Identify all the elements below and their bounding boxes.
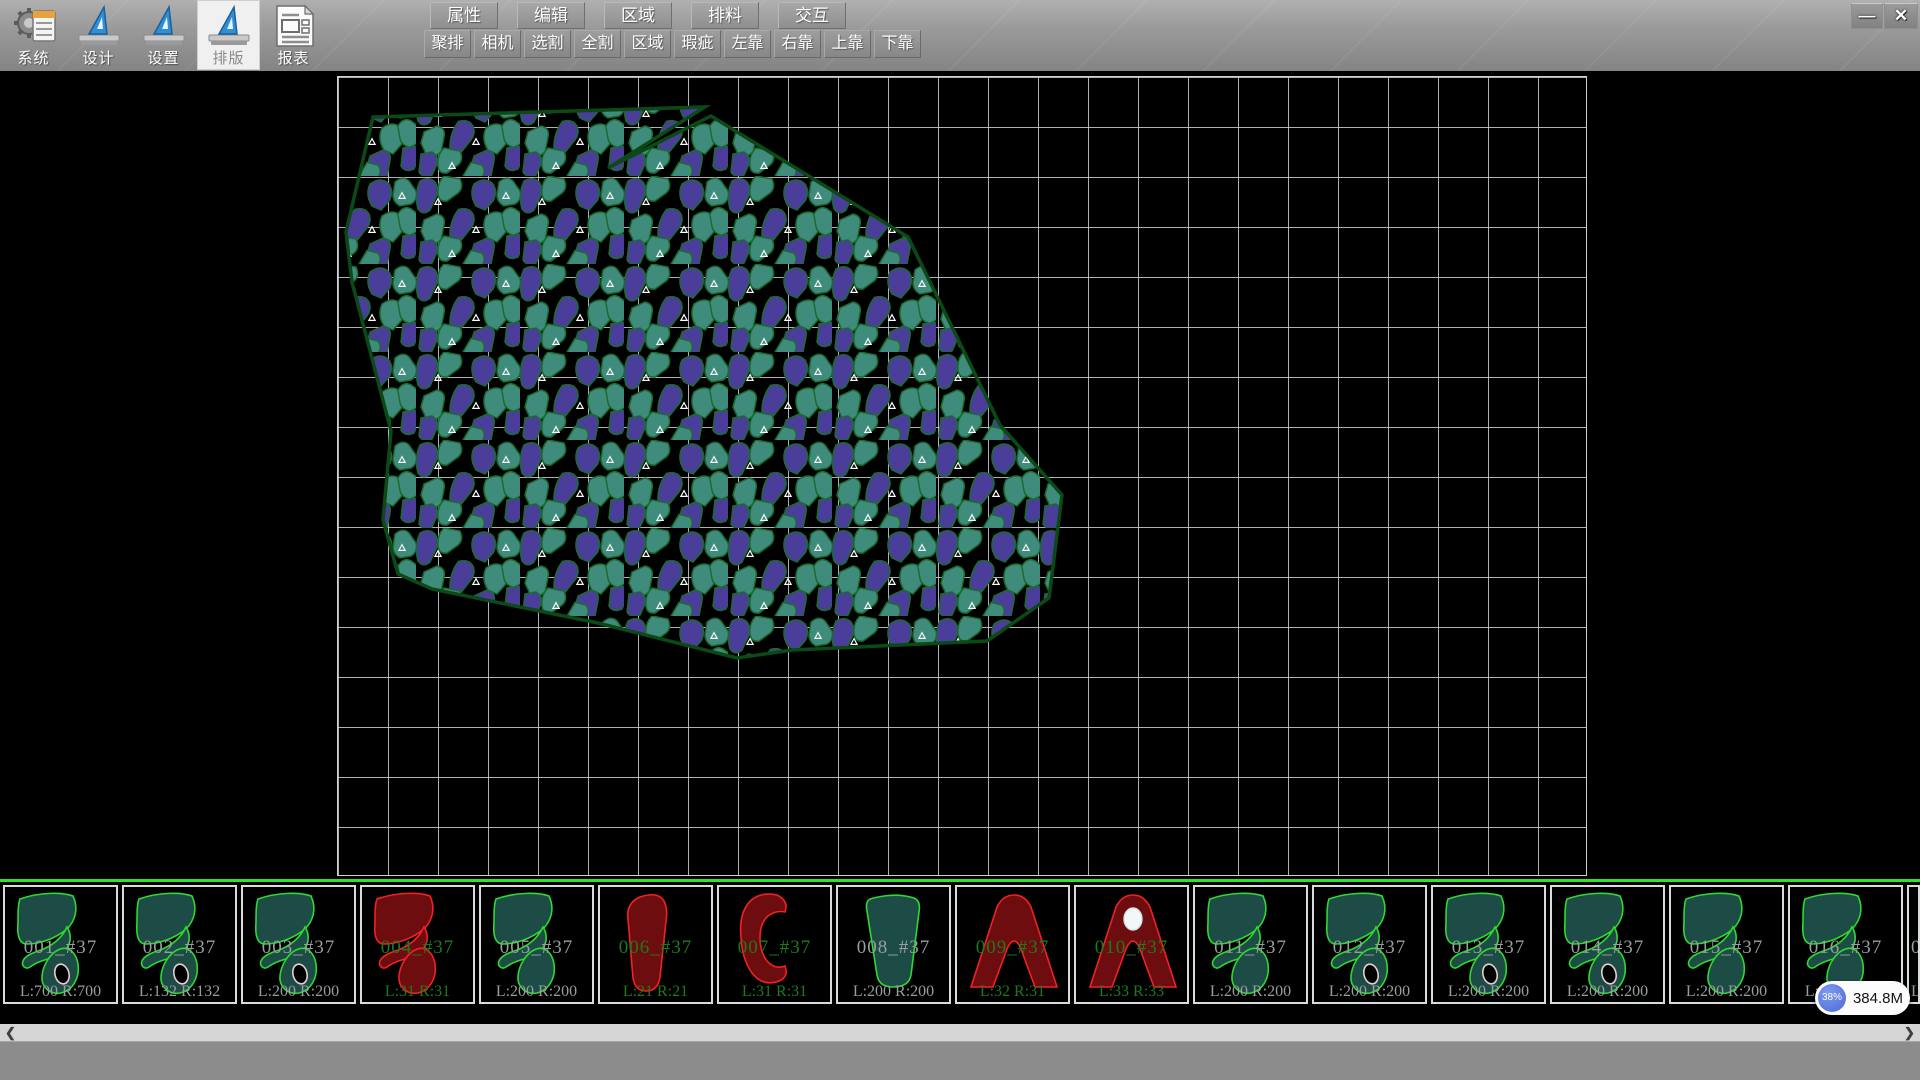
tab-interaction[interactable]: 交互 xyxy=(778,2,846,29)
tool-region[interactable]: 区域 xyxy=(624,30,671,58)
part-thumbnail-007[interactable]: 007_#37 L:31 R:31 xyxy=(717,885,832,1004)
launcher-report-button[interactable]: 报表 xyxy=(262,0,325,70)
minimize-button[interactable]: — xyxy=(1851,3,1883,29)
system-gear-icon xyxy=(11,3,57,49)
launcher-label: 系统 xyxy=(2,47,65,68)
tool-camera[interactable]: 相机 xyxy=(474,30,521,58)
part-thumbnail-006[interactable]: 006_#37 L:21 R:21 xyxy=(598,885,713,1004)
application-window: 系统 设计 设置 排版 报表 属性 编辑 区域 排料 交互 聚排 相机 选割 全… xyxy=(0,0,1920,1080)
launcher-system-button[interactable]: 系统 xyxy=(2,0,65,70)
tool-align-right[interactable]: 右靠 xyxy=(774,30,821,58)
horizontal-scrollbar[interactable]: ❮ ❯ xyxy=(0,1024,1920,1041)
tool-defect[interactable]: 瑕疵 xyxy=(674,30,721,58)
main-toolbar: 系统 设计 设置 排版 报表 属性 编辑 区域 排料 交互 聚排 相机 选割 全… xyxy=(0,0,1920,72)
launcher-settings-button[interactable]: 设置 xyxy=(132,0,195,70)
tab-region[interactable]: 区域 xyxy=(604,2,672,29)
part-thumbnail-004[interactable]: 004_#37 L:31 R:31 xyxy=(360,885,475,1004)
part-thumbnail-013[interactable]: 013_#37 L:200 R:200 xyxy=(1431,885,1546,1004)
launcher-design-button[interactable]: 设计 xyxy=(67,0,130,70)
set-square-icon xyxy=(136,3,192,49)
part-thumbnail-014[interactable]: 014_#37 L:200 R:200 xyxy=(1550,885,1665,1004)
launcher-label: 排版 xyxy=(197,47,260,68)
launcher-nesting-button[interactable]: 排版 xyxy=(197,0,260,70)
tool-select-cut[interactable]: 选割 xyxy=(524,30,571,58)
set-square-icon xyxy=(201,3,257,49)
tab-edit[interactable]: 编辑 xyxy=(517,2,585,29)
set-square-icon xyxy=(71,3,127,49)
part-thumbnail-001[interactable]: 001_#37 L:700 R:700 xyxy=(3,885,118,1004)
launcher-label: 设计 xyxy=(67,47,130,68)
nesting-canvas[interactable] xyxy=(0,71,1920,879)
strip-separator-line xyxy=(0,879,1920,882)
launcher-label: 报表 xyxy=(262,47,325,68)
memory-amount-label: 384.8M xyxy=(1846,990,1910,1007)
part-thumbnail-011[interactable]: 011_#37 L:200 R:200 xyxy=(1193,885,1308,1004)
part-thumbnail-017-partial[interactable]: 0 L: xyxy=(1907,885,1920,1004)
scroll-right-arrow-icon[interactable]: ❯ xyxy=(1901,1024,1918,1041)
tool-align-bottom[interactable]: 下靠 xyxy=(874,30,921,58)
part-thumbnail-010[interactable]: 010_#37 L:33 R:33 xyxy=(1074,885,1189,1004)
tool-align-top[interactable]: 上靠 xyxy=(824,30,871,58)
part-thumbnail-012[interactable]: 012_#37 L:200 R:200 xyxy=(1312,885,1427,1004)
part-thumbnail-002[interactable]: 002_#37 L:132 R:132 xyxy=(122,885,237,1004)
part-thumbnail-015[interactable]: 015_#37 L:200 R:200 xyxy=(1669,885,1784,1004)
parts-thumbnail-strip: 001_#37 L:700 R:700 002_#37 L:132 R:132 … xyxy=(0,879,1920,1009)
part-thumbnail-008[interactable]: 008_#37 L:200 R:200 xyxy=(836,885,951,1004)
report-doc-icon xyxy=(269,3,319,49)
status-bar xyxy=(0,1041,1920,1080)
launcher-label: 设置 xyxy=(132,47,195,68)
leather-hide-nest[interactable] xyxy=(0,71,1920,879)
tool-cluster-nest[interactable]: 聚排 xyxy=(424,30,471,58)
memory-usage-badge: 38% 384.8M xyxy=(1815,981,1910,1015)
memory-percent-indicator: 38% xyxy=(1818,984,1846,1012)
tool-cut-all[interactable]: 全割 xyxy=(574,30,621,58)
part-thumbnail-005[interactable]: 005_#37 L:200 R:200 xyxy=(479,885,594,1004)
part-thumbnail-003[interactable]: 003_#37 L:200 R:200 xyxy=(241,885,356,1004)
tab-properties[interactable]: 属性 xyxy=(430,2,498,29)
tool-align-left[interactable]: 左靠 xyxy=(724,30,771,58)
tab-nesting[interactable]: 排料 xyxy=(691,2,759,29)
close-button[interactable]: ✕ xyxy=(1884,3,1918,29)
scroll-left-arrow-icon[interactable]: ❮ xyxy=(2,1024,19,1041)
part-thumbnail-009[interactable]: 009_#37 L:32 R:31 xyxy=(955,885,1070,1004)
